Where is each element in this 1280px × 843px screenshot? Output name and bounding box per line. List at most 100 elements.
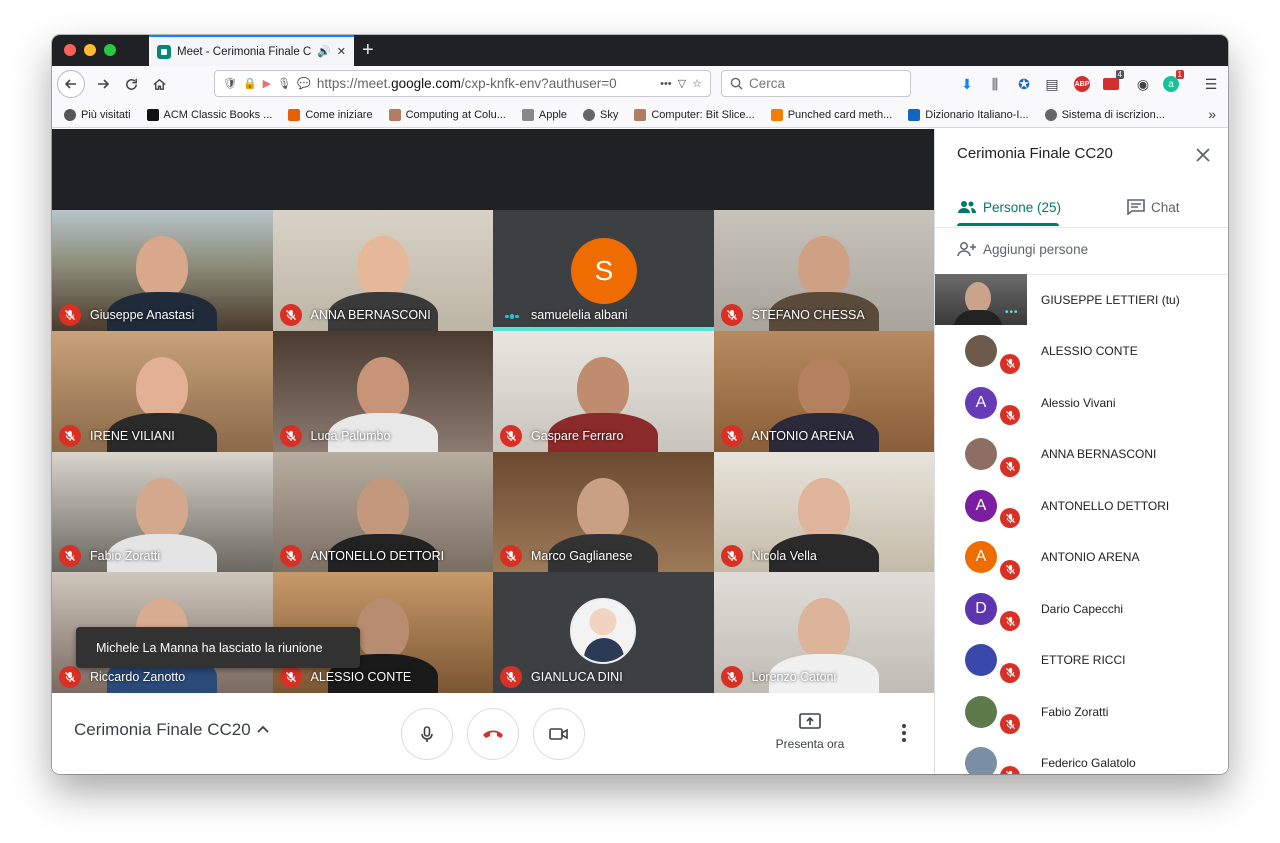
back-button[interactable]	[57, 70, 85, 98]
participant-video-tile[interactable]: Giuseppe Anastasi	[52, 210, 273, 331]
participant-video-tile[interactable]: ANTONIO ARENA	[713, 330, 934, 452]
participant-face	[136, 356, 189, 419]
bookmark-item[interactable]: Computing at Colu...	[388, 108, 506, 121]
shield-icon[interactable]: 🛡	[223, 77, 237, 90]
account-icon[interactable]: ◉	[1134, 75, 1152, 93]
forward-button[interactable]	[90, 71, 116, 97]
participant-name-label: Lorenzo Catoni	[751, 670, 837, 684]
participant-list-item[interactable]: Federico Galatolo	[935, 738, 1228, 774]
participant-video-tile[interactable]: STEFANO CHESSA	[713, 210, 934, 331]
participant-list-item[interactable]: ETTORE RICCI	[935, 635, 1228, 687]
participant-list-item[interactable]: A ANTONIO ARENA	[935, 532, 1228, 584]
close-icon[interactable]	[1195, 147, 1211, 163]
participant-video-tile[interactable]: Lorenzo Catoni	[713, 572, 934, 693]
search-bar[interactable]: Cerca	[721, 70, 911, 97]
bookmark-item[interactable]: Apple	[521, 108, 567, 121]
add-people-button[interactable]: Aggiungi persone	[957, 241, 1088, 257]
participant-list-item[interactable]: ANNA BERNASCONI	[935, 429, 1228, 481]
sidebar-icon[interactable]: ▤	[1043, 75, 1061, 93]
home-button[interactable]	[146, 71, 172, 97]
bookmark-item[interactable]: Più visitati	[64, 108, 131, 121]
tab-title: Meet - Cerimonia Finale CC20	[177, 45, 312, 58]
bookmark-item[interactable]: Punched card meth...	[770, 108, 893, 121]
participant-video-tile[interactable]: GIANLUCA DINI	[493, 572, 714, 693]
hangup-button[interactable]	[467, 708, 519, 760]
avatar: D	[965, 592, 997, 625]
url-text[interactable]: https://meet.google.com/cxp-knfk-env?aut…	[317, 76, 654, 91]
participant-video-tile[interactable]: Nicola Vella	[713, 451, 934, 573]
browser-tab-meet[interactable]: Meet - Cerimonia Finale CC20 🔊 ✕	[149, 35, 354, 66]
participant-video-tile[interactable]: Luca Palumbo	[272, 330, 493, 452]
bookmark-item[interactable]: Dizionario Italiano-I...	[908, 108, 1029, 121]
tab-bar: Meet - Cerimonia Finale CC20 🔊 ✕ +	[52, 35, 1228, 66]
call-controls-bar: Cerimonia Finale CC20 Presenta ora	[52, 693, 934, 774]
library-icon[interactable]: ⫼	[986, 75, 1004, 93]
home-icon	[152, 78, 166, 90]
chat-permission-icon[interactable]: 💬	[297, 77, 311, 90]
minimize-window-button[interactable]	[84, 44, 96, 56]
extension-grammar-icon[interactable]: a 1	[1162, 70, 1184, 93]
close-window-button[interactable]	[64, 44, 76, 56]
meeting-title[interactable]: Cerimonia Finale CC20	[74, 720, 251, 740]
mic-off-icon	[506, 551, 516, 562]
page-actions-icon[interactable]: •••	[660, 78, 672, 90]
zoom-window-button[interactable]	[104, 44, 116, 56]
present-now-label: Presenta ora	[775, 737, 845, 751]
participant-name: ANTONIO ARENA	[1041, 550, 1140, 565]
bookmark-item[interactable]: Computer: Bit Slice...	[634, 108, 755, 121]
bookmark-item[interactable]: Sistema di iscrizion...	[1044, 108, 1165, 121]
participant-video-tile[interactable]: ANTONELLO DETTORI	[272, 451, 493, 573]
participant-video-tile[interactable]: Ssamuelelia albani	[493, 210, 714, 331]
mic-off-icon	[285, 430, 296, 441]
downloads-icon[interactable]: ⬇	[958, 75, 976, 93]
microphone-button[interactable]	[401, 708, 453, 760]
participant-list-item[interactable]: Fabio Zoratti	[935, 686, 1228, 738]
bookmark-item[interactable]: Come iniziare	[288, 108, 373, 121]
adblock-icon[interactable]: ABP	[1073, 75, 1091, 93]
participant-video-tile[interactable]: ANNA BERNASCONI	[272, 210, 493, 331]
mic-permission-icon[interactable]: 🎙	[277, 77, 291, 90]
participant-list-item[interactable]: ••• GIUSEPPE LETTIERI (tu)	[935, 274, 1228, 326]
video-grid: Giuseppe Anastasi ANNA BERNASCONI Ssamuele…	[52, 210, 934, 693]
camera-button[interactable]	[533, 708, 585, 760]
more-options-icon[interactable]	[900, 723, 908, 743]
participant-video-tile[interactable]: Gaspare Ferraro	[493, 330, 714, 452]
participant-list-item[interactable]: ALESSIO CONTE	[935, 326, 1228, 378]
lock-icon[interactable]: 🔒	[243, 77, 257, 90]
muted-mic-indicator	[1000, 508, 1020, 528]
bookmark-item[interactable]: Sky	[583, 108, 618, 121]
participant-name-label: samuelelia albani	[531, 307, 628, 322]
extension-icon[interactable]: ✪	[1015, 75, 1033, 93]
mic-off-icon	[1005, 719, 1015, 729]
muted-mic-indicator	[1000, 611, 1020, 631]
reload-button[interactable]	[118, 71, 144, 97]
tab-people[interactable]: Persone (25)	[957, 187, 1061, 227]
bookmark-item[interactable]: ACM Classic Books ...	[146, 108, 272, 121]
url-bar[interactable]: 🛡 🔒 ▶ 🎙 💬 https://meet.google.com/cxp-kn…	[214, 70, 711, 97]
muted-mic-indicator	[279, 303, 302, 326]
more-bookmarks-icon[interactable]: »	[1208, 106, 1216, 122]
extension-badge-icon[interactable]: 4	[1102, 70, 1124, 93]
menu-icon[interactable]: ☰	[1202, 75, 1220, 93]
muted-mic-indicator	[279, 545, 302, 568]
participant-list-item[interactable]: D Dario Capecchi	[935, 583, 1228, 635]
chevron-up-icon[interactable]	[256, 722, 270, 736]
participant-video-tile[interactable]: Marco Gaglianese	[493, 451, 714, 573]
speaker-icon[interactable]: 🔊	[317, 45, 331, 58]
participant-video-tile[interactable]: Fabio Zoratti	[52, 451, 273, 573]
participant-name-label: ANTONIO ARENA	[751, 428, 855, 443]
participant-list-item[interactable]: A ANTONELLO DETTORI	[935, 480, 1228, 532]
bookmark-star-icon[interactable]: ☆	[692, 77, 702, 90]
participant-name-label: Gaspare Ferraro	[531, 428, 624, 443]
participant-list-item[interactable]: A Alessio Vivani	[935, 377, 1228, 429]
new-tab-button[interactable]: +	[362, 38, 374, 62]
tab-chat[interactable]: Chat	[1127, 187, 1180, 227]
present-now-button[interactable]: Presenta ora	[770, 713, 850, 751]
bookmark-label: Punched card meth...	[787, 108, 893, 121]
participant-video-tile[interactable]: IRENE VILIANI	[52, 330, 273, 452]
camera-permission-icon[interactable]: ▶	[263, 77, 271, 90]
close-tab-icon[interactable]: ✕	[337, 45, 346, 58]
pocket-icon[interactable]: ▽	[678, 77, 686, 90]
participant-face	[797, 477, 850, 540]
participant-name: ALESSIO CONTE	[1041, 344, 1138, 359]
